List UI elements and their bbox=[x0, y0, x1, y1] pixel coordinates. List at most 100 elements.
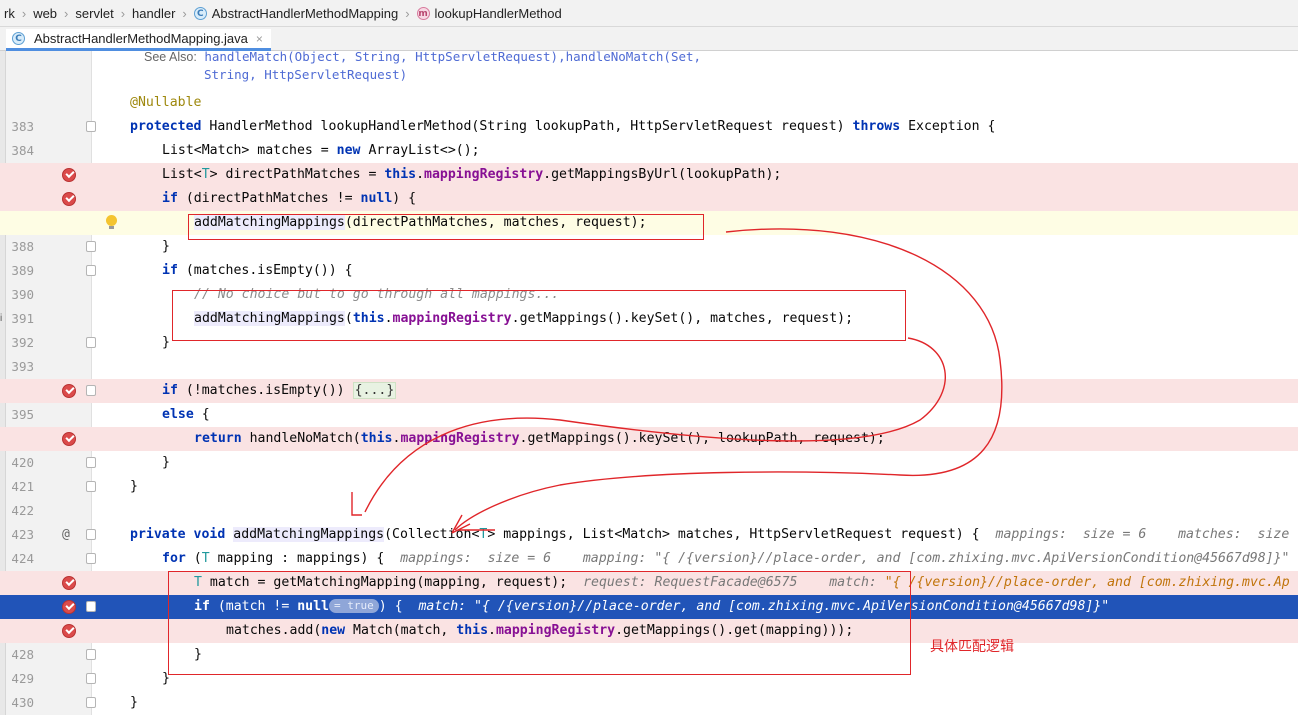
fold-marker-icon[interactable] bbox=[86, 481, 96, 492]
tab-label: AbstractHandlerMethodMapping.java bbox=[34, 31, 248, 46]
doc-label: See Also: bbox=[144, 50, 197, 64]
annotation-nullable: @Nullable bbox=[130, 95, 202, 110]
fold-marker-icon[interactable] bbox=[86, 601, 96, 612]
code-text: List<Match> matches = new ArrayList<>(); bbox=[162, 143, 480, 158]
chevron-right-icon: › bbox=[120, 5, 126, 21]
code-line-breakpoint[interactable]: 386 List<T> directPathMatches = this.map… bbox=[0, 163, 1298, 206]
code-text: if (matches.isEmpty()) { bbox=[162, 263, 353, 278]
code-line[interactable]: 423 bbox=[0, 499, 1298, 542]
code-text: } bbox=[162, 335, 170, 350]
code-line[interactable]: 431 } bbox=[0, 691, 1298, 715]
code-line[interactable]: 425 for (T mapping : mappings) { mapping… bbox=[0, 547, 1298, 590]
folded-code-block[interactable]: {...} bbox=[352, 382, 397, 399]
code-text: if (directPathMatches != null) { bbox=[162, 191, 417, 206]
fold-marker-icon[interactable] bbox=[86, 457, 96, 468]
code-line[interactable]: 421 } bbox=[0, 451, 1298, 494]
code-line[interactable]: 385 List<Match> matches = new ArrayList<… bbox=[0, 139, 1298, 182]
fold-expand-icon[interactable] bbox=[86, 385, 96, 396]
chevron-right-icon: › bbox=[21, 5, 27, 21]
code-line[interactable]: 392 addMatchingMappings(this.mappingRegi… bbox=[0, 307, 1298, 350]
breadcrumb-item-class[interactable]: C AbstractHandlerMethodMapping bbox=[190, 6, 402, 21]
chevron-right-icon: › bbox=[182, 5, 187, 21]
code-text: } bbox=[162, 239, 170, 254]
code-line-execution-point[interactable]: 427 if (match != null= true) { match: "{… bbox=[0, 595, 1298, 638]
breakpoint-icon[interactable] bbox=[62, 168, 76, 182]
code-line[interactable]: 394 bbox=[0, 355, 1298, 398]
code-line-breakpoint[interactable]: 426 T match = getMatchingMapping(mapping… bbox=[0, 571, 1298, 614]
inline-debug-value: match: "{ /{version}//place-order, and [… bbox=[418, 599, 1110, 614]
code-text: private void addMatchingMappings(Collect… bbox=[130, 527, 1290, 542]
breakpoint-icon[interactable] bbox=[62, 432, 76, 446]
close-icon[interactable]: × bbox=[256, 32, 263, 46]
code-line-breakpoint[interactable]: 428 matches.add(new Match(match, this.ma… bbox=[0, 619, 1298, 662]
code-line[interactable]: 419 else { bbox=[0, 403, 1298, 446]
code-text: addMatchingMappings(directPathMatches, m… bbox=[194, 215, 647, 230]
code-text: matches.add(new Match(match, this.mappin… bbox=[226, 623, 854, 638]
breadcrumb-item[interactable]: rk bbox=[0, 6, 19, 21]
code-line[interactable]: 383 @Nullable bbox=[0, 91, 1298, 134]
breakpoint-icon[interactable] bbox=[62, 576, 76, 590]
code-line-breakpoint[interactable]: 395 if (!matches.isEmpty()) {...} bbox=[0, 379, 1298, 422]
javadoc-link[interactable]: String, HttpServletRequest) bbox=[204, 66, 407, 84]
fold-marker-icon[interactable] bbox=[86, 529, 96, 540]
breadcrumb: rk › web › servlet › handler › C Abstrac… bbox=[0, 0, 1298, 27]
code-line[interactable]: 393 } bbox=[0, 331, 1298, 374]
chevron-right-icon: › bbox=[405, 5, 410, 21]
inline-debug-value: mappings: size = 6 matches: size bbox=[995, 527, 1290, 542]
code-line[interactable]: 422 } bbox=[0, 475, 1298, 518]
code-text: } bbox=[162, 455, 170, 470]
code-line[interactable]: 391 // No choice but to go through all m… bbox=[0, 283, 1298, 326]
breadcrumb-item[interactable]: handler bbox=[128, 6, 179, 21]
javadoc-link[interactable]: handleMatch(Object, String, HttpServletR… bbox=[204, 49, 701, 64]
code-text: return handleNoMatch(this.mappingRegistr… bbox=[194, 431, 885, 446]
fold-marker-icon[interactable] bbox=[86, 673, 96, 684]
condition-value-badge: = true bbox=[329, 599, 379, 613]
annotation-note: 具体匹配逻辑 bbox=[930, 639, 1014, 655]
fold-marker-icon[interactable] bbox=[86, 649, 96, 660]
code-line[interactable]: 390 if (matches.isEmpty()) { bbox=[0, 259, 1298, 302]
code-text: } bbox=[194, 647, 202, 662]
breadcrumb-item[interactable]: servlet bbox=[71, 6, 117, 21]
breadcrumb-class-label: AbstractHandlerMethodMapping bbox=[211, 5, 399, 21]
code-text: protected HandlerMethod lookupHandlerMet… bbox=[130, 119, 996, 134]
chevron-right-icon: › bbox=[64, 5, 69, 21]
code-text: else { bbox=[162, 407, 210, 422]
code-text: if (!matches.isEmpty()) {...} bbox=[162, 382, 397, 399]
fold-marker-icon[interactable] bbox=[86, 337, 96, 348]
breakpoint-icon[interactable] bbox=[62, 192, 76, 206]
breadcrumb-item-method[interactable]: m lookupHandlerMethod bbox=[413, 6, 566, 21]
code-text: } bbox=[130, 479, 138, 494]
code-line-current[interactable]: 388 addMatchingMappings(directPathMatche… bbox=[0, 211, 1298, 254]
code-line[interactable]: 389 } bbox=[0, 235, 1298, 278]
fold-marker-icon[interactable] bbox=[86, 553, 96, 564]
breadcrumb-item[interactable]: web bbox=[29, 6, 61, 21]
code-line[interactable]: 430 } bbox=[0, 667, 1298, 710]
code-text: T match = getMatchingMapping(mapping, re… bbox=[194, 575, 1290, 590]
code-line[interactable]: 429 } bbox=[0, 643, 1298, 686]
java-class-icon: C bbox=[12, 32, 25, 45]
code-text: } bbox=[162, 671, 170, 686]
fold-marker-icon[interactable] bbox=[86, 241, 96, 252]
fold-marker-icon[interactable] bbox=[86, 265, 96, 276]
code-text: addMatchingMappings(this.mappingRegistry… bbox=[194, 311, 854, 326]
lightbulb-icon[interactable] bbox=[106, 215, 117, 230]
class-icon: C bbox=[193, 6, 207, 20]
code-text: } bbox=[130, 695, 138, 710]
breakpoint-icon[interactable] bbox=[62, 384, 76, 398]
code-line-breakpoint[interactable]: 387 if (directPathMatches != null) { bbox=[0, 187, 1298, 230]
inline-debug-string: "{ /{version}//place-order, and [com.zhi… bbox=[884, 575, 1290, 590]
code-text: List<T> directPathMatches = this.mapping… bbox=[162, 167, 782, 182]
code-line[interactable]: 424 @ private void addMatchingMappings(C… bbox=[0, 523, 1298, 566]
inline-debug-value: request: RequestFacade@6575 match: bbox=[583, 575, 885, 590]
override-marker-icon[interactable]: @ bbox=[62, 523, 70, 547]
code-text: if (match != null = true) { match: "{ /{v… bbox=[194, 599, 1110, 614]
code-line[interactable]: 384 protected HandlerMethod lookupHandle… bbox=[0, 115, 1298, 158]
breadcrumb-method-label: lookupHandlerMethod bbox=[434, 5, 562, 21]
method-icon: m bbox=[416, 6, 430, 20]
breakpoint-icon[interactable] bbox=[62, 624, 76, 638]
code-line-breakpoint[interactable]: 420 return handleNoMatch(this.mappingReg… bbox=[0, 427, 1298, 470]
breakpoint-icon[interactable] bbox=[62, 600, 76, 614]
fold-marker-icon[interactable] bbox=[86, 121, 96, 132]
fold-marker-icon[interactable] bbox=[86, 697, 96, 708]
code-text: for (T mapping : mappings) { mappings: s… bbox=[162, 551, 1290, 566]
